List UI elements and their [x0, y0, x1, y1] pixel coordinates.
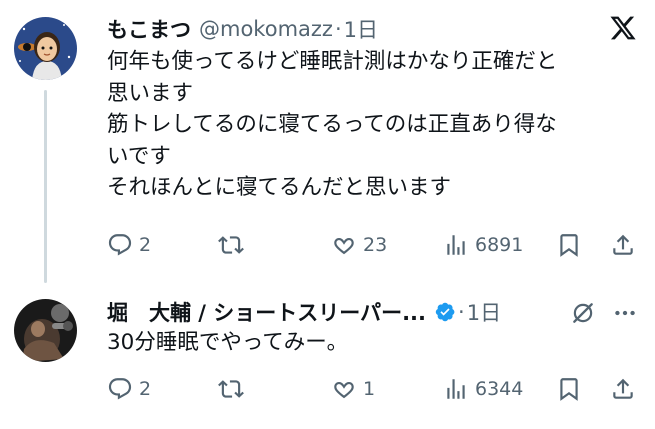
separator: · — [458, 300, 465, 324]
bookmark-button[interactable] — [556, 369, 582, 409]
bookmark-icon — [560, 234, 578, 257]
like-button[interactable]: 23 — [331, 225, 387, 265]
handle[interactable]: @mokomazz — [199, 17, 333, 41]
share-icon — [613, 234, 633, 255]
text-line: 何年も使ってるけど睡眠計測はかなり正確だと — [107, 49, 558, 74]
timestamp[interactable]: 1日 — [467, 297, 501, 327]
action-bar: 2 1 6344 — [0, 369, 655, 409]
retweet-button[interactable] — [218, 369, 250, 409]
more-icon[interactable] — [612, 300, 638, 326]
text-line: 思います — [107, 80, 194, 106]
reply-icon — [108, 378, 132, 400]
display-name[interactable]: もこまつ — [107, 14, 191, 44]
bookmark-icon — [560, 378, 578, 401]
verified-badge-icon[interactable] — [434, 301, 456, 323]
retweet-icon — [218, 236, 244, 254]
tweet[interactable]: 堀 大輔 / ショートスリーパー... · 1日 30分睡眠でやってみー。 2 … — [0, 283, 655, 429]
like-button[interactable]: 1 — [331, 369, 375, 409]
text-line: いです — [107, 143, 171, 169]
x-logo-icon[interactable] — [609, 14, 637, 42]
text-line: 筋トレしてるのに寝てるってのは正直あり得な — [107, 112, 557, 137]
display-name[interactable]: 堀 大輔 / ショートスリーパー... — [107, 297, 426, 327]
action-bar: 2 23 6891 — [0, 225, 655, 265]
views-icon — [447, 235, 465, 255]
tweet-header: 堀 大輔 / ショートスリーパー... · 1日 — [107, 297, 501, 327]
tweet[interactable]: もこまつ @mokomazz · 1日 何年も使ってるけど睡眠計測はかなり正確だ… — [0, 0, 655, 283]
tweet-header: もこまつ @mokomazz · 1日 — [107, 14, 378, 44]
avatar[interactable] — [14, 299, 77, 362]
separator: · — [334, 17, 342, 41]
grok-icon[interactable] — [570, 300, 596, 326]
share-button[interactable] — [610, 369, 636, 409]
views-icon — [447, 379, 465, 399]
reply-button[interactable]: 2 — [107, 369, 151, 409]
share-button[interactable] — [610, 225, 636, 265]
share-icon — [613, 378, 633, 399]
tweet-text: 何年も使ってるけど睡眠計測はかなり正確だと 思います筋トレしてるのに寝てるってのは… — [107, 46, 637, 204]
like-count: 1 — [363, 378, 376, 400]
views-button[interactable]: 6344 — [443, 369, 523, 409]
text-line: それほんとに寝てるんだと思います — [107, 175, 452, 200]
reply-count: 2 — [139, 378, 152, 400]
views-button[interactable]: 6891 — [443, 225, 523, 265]
view-count: 6891 — [475, 234, 524, 256]
view-count: 6344 — [475, 378, 524, 400]
retweet-button[interactable] — [218, 225, 250, 265]
timestamp[interactable]: 1日 — [344, 14, 378, 44]
reply-count: 2 — [139, 234, 152, 256]
bookmark-button[interactable] — [556, 225, 582, 265]
like-count: 23 — [363, 234, 388, 256]
like-icon — [334, 237, 354, 255]
reply-button[interactable]: 2 — [107, 225, 151, 265]
reply-icon — [108, 234, 132, 256]
text-line: 30分睡眠でやってみー。 — [107, 330, 349, 355]
avatar[interactable] — [14, 17, 77, 80]
tweet-text: 30分睡眠でやってみー。 — [107, 327, 637, 359]
like-icon — [334, 381, 354, 399]
retweet-icon — [218, 380, 244, 398]
